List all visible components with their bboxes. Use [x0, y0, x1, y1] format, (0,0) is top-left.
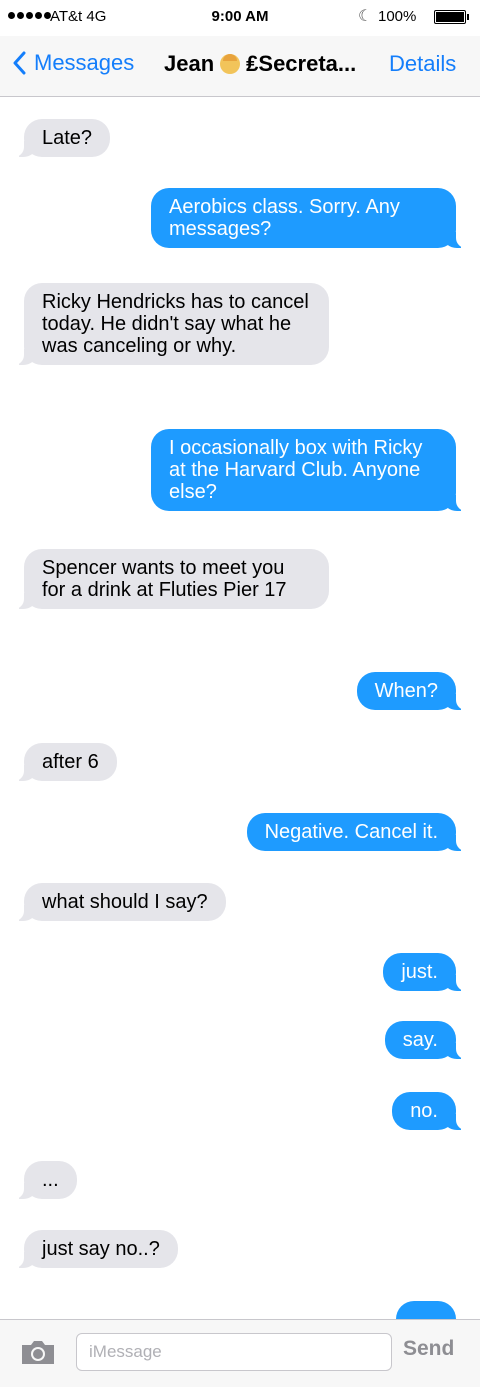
status-bar: AT&t 4G 9:00 AM ☾ 100%: [0, 0, 480, 36]
message-bubble-received[interactable]: what should I say?: [12, 883, 226, 921]
message-text: Late?: [42, 127, 93, 149]
send-button[interactable]: Send: [403, 1337, 454, 1361]
message-bubble-sent[interactable]: no.: [392, 1092, 468, 1130]
navigation-bar: Messages Jean ₤Secreta... Details: [0, 36, 480, 97]
message-bubble-received[interactable]: after 6: [12, 743, 117, 781]
message-bubble-sent[interactable]: Negative. Cancel it.: [246, 813, 469, 851]
camera-icon[interactable]: [19, 1337, 57, 1367]
message-text: what should I say?: [42, 891, 208, 913]
message-bubble-received[interactable]: ...: [12, 1161, 77, 1199]
contact-name-rest: ₤Secreta...: [246, 51, 357, 76]
message-text: Aerobics class. Sorry. Any messages?: [169, 196, 400, 240]
message-text: just.: [401, 961, 438, 983]
message-bubble-sent[interactable]: When?: [356, 672, 469, 710]
imessage-input[interactable]: [76, 1333, 392, 1371]
battery-icon: [434, 10, 469, 24]
back-button-label: Messages: [34, 50, 135, 75]
message-bubble-sent[interactable]: say.: [384, 1021, 469, 1059]
message-thread[interactable]: Late? Aerobics class. Sorry. Any message…: [0, 97, 480, 1319]
message-text: ...: [42, 1169, 59, 1191]
message-bubble-received[interactable]: Late?: [11, 119, 111, 157]
message-bubble-sent[interactable]: Aerobics class. Sorry. Any messages?: [151, 188, 468, 248]
message-bubble-sent[interactable]: I occasionally box with Ricky at the Har…: [151, 429, 468, 511]
message-text: Negative. Cancel it.: [264, 821, 438, 843]
person-emoji-icon: [220, 54, 241, 74]
message-bubble-sent[interactable]: just.: [383, 953, 468, 991]
message-text: When?: [374, 680, 438, 702]
message-text: no.: [410, 1100, 438, 1122]
battery-percentage: 100%: [378, 8, 417, 25]
chevron-left-icon: [13, 51, 26, 75]
details-button[interactable]: Details: [389, 51, 456, 77]
message-text: just say no..?: [42, 1238, 160, 1260]
message-input-bar: Send: [0, 1319, 480, 1387]
message-text: I occasionally box with Ricky at the Har…: [169, 437, 423, 503]
do-not-disturb-icon: ☾: [358, 8, 373, 25]
message-text: say.: [402, 1029, 438, 1051]
message-text: Spencer wants to meet you for a drink at…: [42, 557, 287, 601]
message-text: after 6: [42, 751, 99, 773]
back-button[interactable]: Messages: [12, 50, 134, 76]
message-bubble-sent-partial[interactable]: [396, 1301, 456, 1319]
contact-first-name: Jean: [164, 51, 215, 76]
message-bubble-received[interactable]: Spencer wants to meet you for a drink at…: [12, 549, 329, 609]
message-bubble-received[interactable]: Ricky Hendricks has to cancel today. He …: [12, 283, 329, 365]
contact-name[interactable]: Jean ₤Secreta...: [164, 51, 356, 77]
message-bubble-received[interactable]: just say no..?: [12, 1230, 178, 1268]
message-text: Ricky Hendricks has to cancel today. He …: [42, 291, 309, 357]
